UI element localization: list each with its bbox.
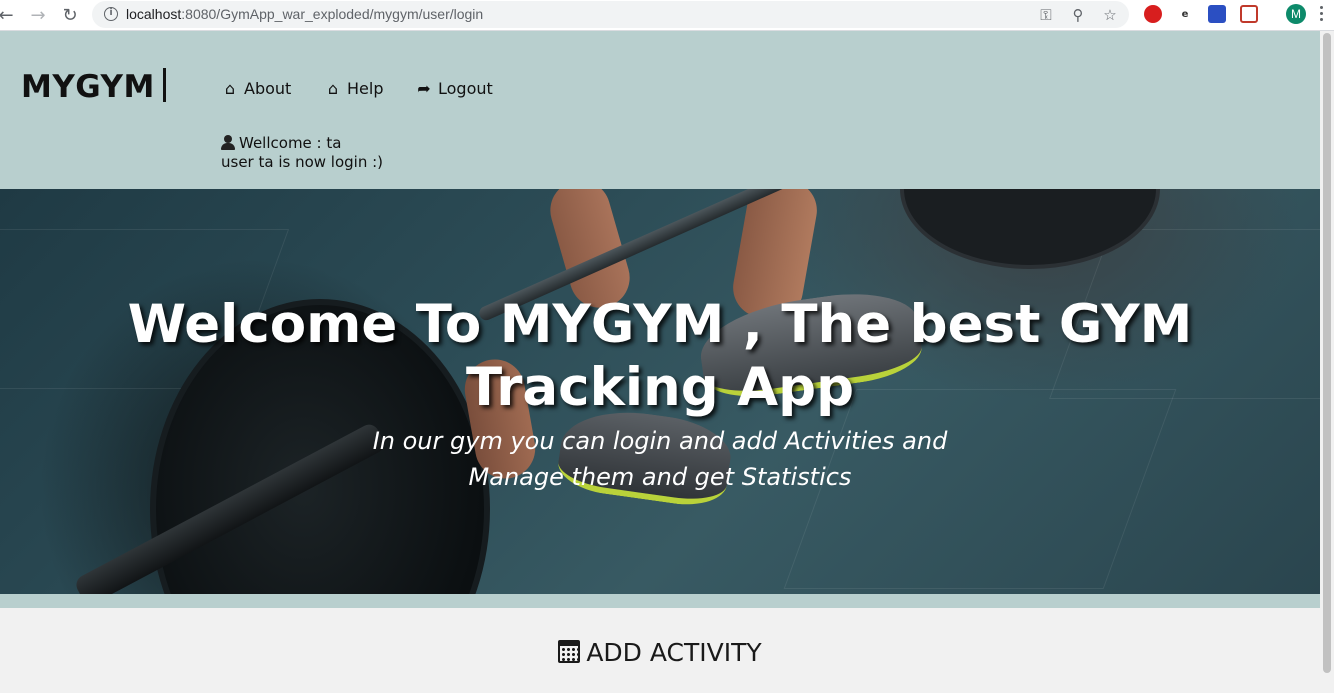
zoom-icon[interactable]: ⚲	[1068, 5, 1088, 25]
nav-logout-label: Logout	[438, 79, 493, 98]
reload-icon[interactable]: ↻	[58, 3, 82, 27]
bookmark-star-icon[interactable]: ☆	[1100, 5, 1120, 25]
home-icon: ⌂	[327, 79, 339, 98]
nav-help-label: Help	[347, 79, 384, 98]
browser-menu-icon[interactable]	[1318, 5, 1324, 23]
pocket-extension-icon[interactable]	[1240, 5, 1258, 23]
login-status-text: user ta is now login :)	[221, 153, 384, 171]
hero-subtitle: In our gym you can login and add Activit…	[0, 423, 1320, 495]
calendar-icon	[558, 640, 581, 663]
hero-subtitle-line: In our gym you can login and add Activit…	[372, 427, 948, 455]
nav-help-link[interactable]: ⌂ Help	[324, 79, 384, 98]
section-title-text: ADD ACTIVITY	[586, 638, 762, 667]
hero-banner: Welcome To MYGYM , The best GYM Tracking…	[0, 189, 1320, 594]
page-scrollbar[interactable]	[1320, 31, 1334, 693]
nav-about-link[interactable]: ⌂ About	[221, 79, 291, 98]
adblock-extension-icon[interactable]	[1144, 5, 1162, 23]
hero-title: Welcome To MYGYM , The best GYM Tracking…	[127, 294, 1193, 418]
nav-about-label: About	[244, 79, 292, 98]
hero-subtitle-line: Manage them and get Statistics	[468, 463, 852, 491]
user-welcome: Wellcome : ta user ta is now login :)	[221, 134, 383, 172]
extension-icon[interactable]: e	[1176, 5, 1194, 23]
extension-flag-icon[interactable]	[1208, 5, 1226, 23]
add-activity-section: ADD ACTIVITY	[0, 608, 1320, 693]
logo-divider	[163, 68, 166, 102]
site-logo[interactable]: MYGYM	[21, 69, 155, 105]
forward-icon[interactable]: →	[26, 3, 50, 27]
page: MYGYM ⌂ About ⌂ Help ➦ Logout Wellcome :…	[0, 31, 1320, 693]
url-text[interactable]: localhost:8080/GymApp_war_exploded/mygym…	[126, 6, 483, 22]
scrollbar-thumb[interactable]	[1323, 33, 1331, 673]
section-title: ADD ACTIVITY	[0, 638, 1320, 667]
url-host: localhost	[126, 6, 182, 22]
key-icon[interactable]: ⚿	[1036, 5, 1056, 25]
home-icon: ⌂	[224, 79, 236, 98]
sign-out-icon: ➦	[417, 79, 431, 98]
profile-avatar[interactable]: M	[1286, 4, 1306, 24]
welcome-text: Wellcome : ta	[239, 134, 342, 152]
back-icon[interactable]: ←	[0, 3, 18, 27]
nav-logout-link[interactable]: ➦ Logout	[415, 79, 493, 98]
url-path: :8080/GymApp_war_exploded/mygym/user/log…	[181, 6, 484, 22]
browser-toolbar: ← → ↻ i localhost:8080/GymApp_war_explod…	[0, 0, 1334, 31]
user-icon	[221, 135, 235, 150]
info-icon[interactable]: i	[104, 7, 118, 21]
address-bar[interactable]: i localhost:8080/GymApp_war_exploded/myg…	[92, 1, 1129, 28]
